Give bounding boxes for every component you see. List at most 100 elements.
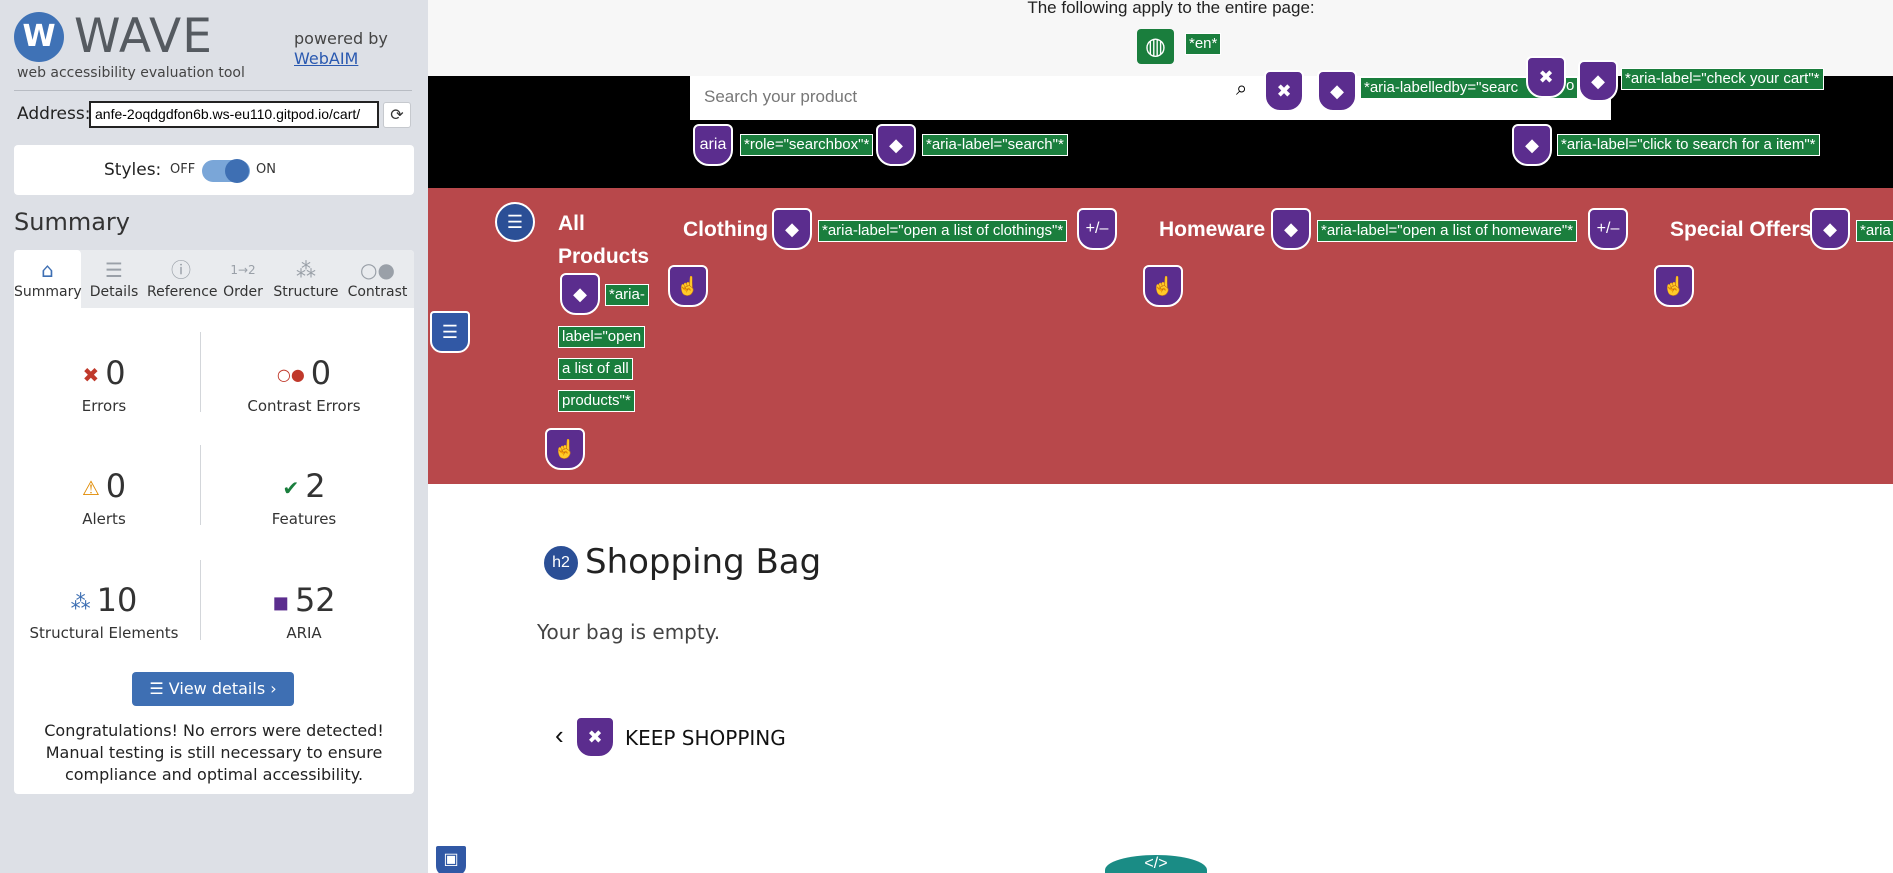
stat-alerts: ⚠ 0 Alerts: [14, 468, 194, 528]
divider: [14, 90, 412, 91]
stat-features: ✔ 2 Features: [214, 468, 394, 528]
tag-icon: ◆: [1810, 208, 1850, 250]
contrast-errors-label: Contrast Errors: [247, 397, 361, 415]
close-icon: ✖: [1264, 70, 1304, 112]
main-content: h2 Shopping Bag Your bag is empty. ‹ ✖ K…: [428, 484, 1893, 873]
search-icon[interactable]: ⌕: [1236, 78, 1247, 101]
aria-tag-all-4: products"*: [558, 390, 635, 412]
summary-panel: ⌂ Summary ☰ Details ⓘ Reference 1→2 Order ⁂ S…: [14, 250, 414, 794]
aria-tag-tail: o: [1566, 77, 1575, 94]
styles-on-label: ON: [256, 162, 276, 177]
aria-tag-special: *aria: [1856, 220, 1893, 242]
toggle-knob: [225, 159, 249, 183]
structural-label: Structural Elements: [29, 624, 179, 642]
structure-icon: ⁂: [296, 258, 316, 282]
structure-icon: ⁂: [70, 590, 91, 614]
alert-icon: ⚠: [81, 476, 100, 500]
order-icon: 1→2: [230, 263, 256, 277]
powered-by: powered by WebAIM: [294, 29, 388, 69]
wave-subtitle: web accessibility evaluation tool: [17, 65, 245, 81]
tag-icon: ◆: [1317, 70, 1357, 112]
tag-icon: ◆: [560, 273, 600, 315]
close-icon: ✖: [1526, 56, 1566, 98]
errors-count: 0: [105, 354, 126, 392]
home-icon: ⌂: [41, 258, 54, 282]
address-input[interactable]: anfe-2oqdgdfon6b.ws-eu110.gitpod.io/cart…: [89, 101, 379, 128]
wave-sidebar: W WAVE web accessibility evaluation tool…: [0, 0, 428, 873]
tag-icon: ◆: [876, 124, 916, 166]
nav-homeware[interactable]: Homeware: [1159, 218, 1265, 242]
features-count: 2: [305, 467, 326, 505]
tab-structure[interactable]: ⁂ Structure: [271, 250, 341, 308]
alerts-count: 0: [105, 467, 127, 505]
info-icon: ⓘ: [171, 258, 191, 282]
tab-label: Contrast: [347, 284, 408, 300]
aria-tag-check-cart: *aria-label="check your cart"*: [1621, 68, 1824, 90]
tab-label: Order: [223, 284, 263, 300]
keep-shopping-link[interactable]: KEEP SHOPPING: [625, 726, 786, 750]
refresh-icon[interactable]: ⟳: [383, 102, 411, 128]
tab-label: Details: [89, 284, 139, 300]
tab-summary[interactable]: ⌂ Summary: [14, 250, 82, 308]
tab-order[interactable]: 1→2 Order: [215, 250, 271, 308]
styles-label: Styles:: [104, 160, 162, 180]
site-header: Search your product ⌕ ✖ ◆ *aria-labelled…: [428, 56, 1893, 188]
pointer-icon: ☝: [668, 265, 708, 307]
powered-by-text: powered by: [294, 29, 388, 48]
styles-toggle[interactable]: [202, 159, 250, 183]
wave-logo-text: WAVE: [74, 9, 213, 64]
alerts-label: Alerts: [82, 510, 126, 528]
tab-details[interactable]: ☰ Details: [81, 250, 147, 308]
empty-bag-text: Your bag is empty.: [537, 620, 721, 644]
globe-icon[interactable]: ◍: [1137, 29, 1174, 64]
address-label: Address:: [17, 104, 91, 124]
contrast-error-icon: ○●: [276, 365, 305, 384]
list-icon: ☰: [495, 202, 535, 242]
aria-tag-all-2: label="open: [558, 326, 646, 348]
view-details-label: View details ›: [168, 679, 277, 698]
features-label: Features: [271, 510, 337, 528]
tab-reference[interactable]: ⓘ Reference: [147, 250, 218, 308]
search-input[interactable]: Search your product: [704, 87, 857, 107]
tab-contrast[interactable]: ○● Contrast: [341, 250, 414, 308]
webaim-link[interactable]: WebAIM: [294, 49, 388, 69]
aria-tag-all-1: *aria-: [605, 284, 649, 306]
divider: [200, 445, 201, 525]
nav-label-line: Products: [558, 245, 650, 268]
page-title: Shopping Bag: [585, 542, 822, 582]
congrats-message: Congratulations! No errors were detected…: [44, 721, 384, 784]
frame-icon: ▣: [434, 844, 468, 873]
list-icon: ☰: [430, 311, 470, 353]
pointer-icon: ☝: [545, 428, 585, 470]
pointer-icon: ☝: [1654, 265, 1694, 307]
nav-clothing[interactable]: Clothing: [683, 218, 768, 242]
main-nav: ☰ ☰ All Products ◆ *aria- label="open a …: [428, 188, 1893, 484]
aria-tag-search: *aria-label="search"*: [922, 134, 1068, 156]
styles-off-label: OFF: [170, 162, 196, 177]
aria-tag-role-searchbox: *role="searchbox"*: [740, 134, 874, 156]
tag-icon: ◆: [1578, 60, 1618, 102]
aria-tag-clothings: *aria-label="open a list of clothings"*: [818, 220, 1068, 242]
tag-icon: ◆: [1271, 208, 1311, 250]
structural-count: 10: [96, 581, 138, 619]
tag-icon: ◆: [1512, 124, 1552, 166]
stat-structural: ⁂ 10 Structural Elements: [14, 582, 194, 642]
tag-icon: ◆: [772, 208, 812, 250]
nav-special-offers[interactable]: Special Offers: [1670, 218, 1811, 242]
divider: [200, 560, 201, 640]
nav-label-line: All: [558, 212, 585, 235]
aria-tag-all-3: a list of all: [558, 358, 633, 380]
chevron-left-icon[interactable]: ‹: [555, 720, 564, 751]
stat-errors: ✖ 0 Errors: [14, 355, 194, 415]
contrast-errors-count: 0: [310, 354, 332, 392]
h2-badge: h2: [542, 544, 580, 582]
pointer-icon: ☝: [1143, 265, 1183, 307]
banner-text: The following apply to the entire page:: [1027, 0, 1315, 17]
page-preview: The following apply to the entire page: …: [428, 0, 1893, 873]
nav-all-products[interactable]: All Products: [558, 212, 649, 269]
stat-contrast-errors: ○● 0 Contrast Errors: [214, 355, 394, 415]
wave-logo-icon: W: [14, 12, 64, 62]
expand-toggle-icon: +/–: [1077, 208, 1117, 250]
styles-toggle-box: Styles: OFF ON: [14, 145, 414, 195]
view-details-button[interactable]: ☰ View details ›: [132, 672, 294, 706]
